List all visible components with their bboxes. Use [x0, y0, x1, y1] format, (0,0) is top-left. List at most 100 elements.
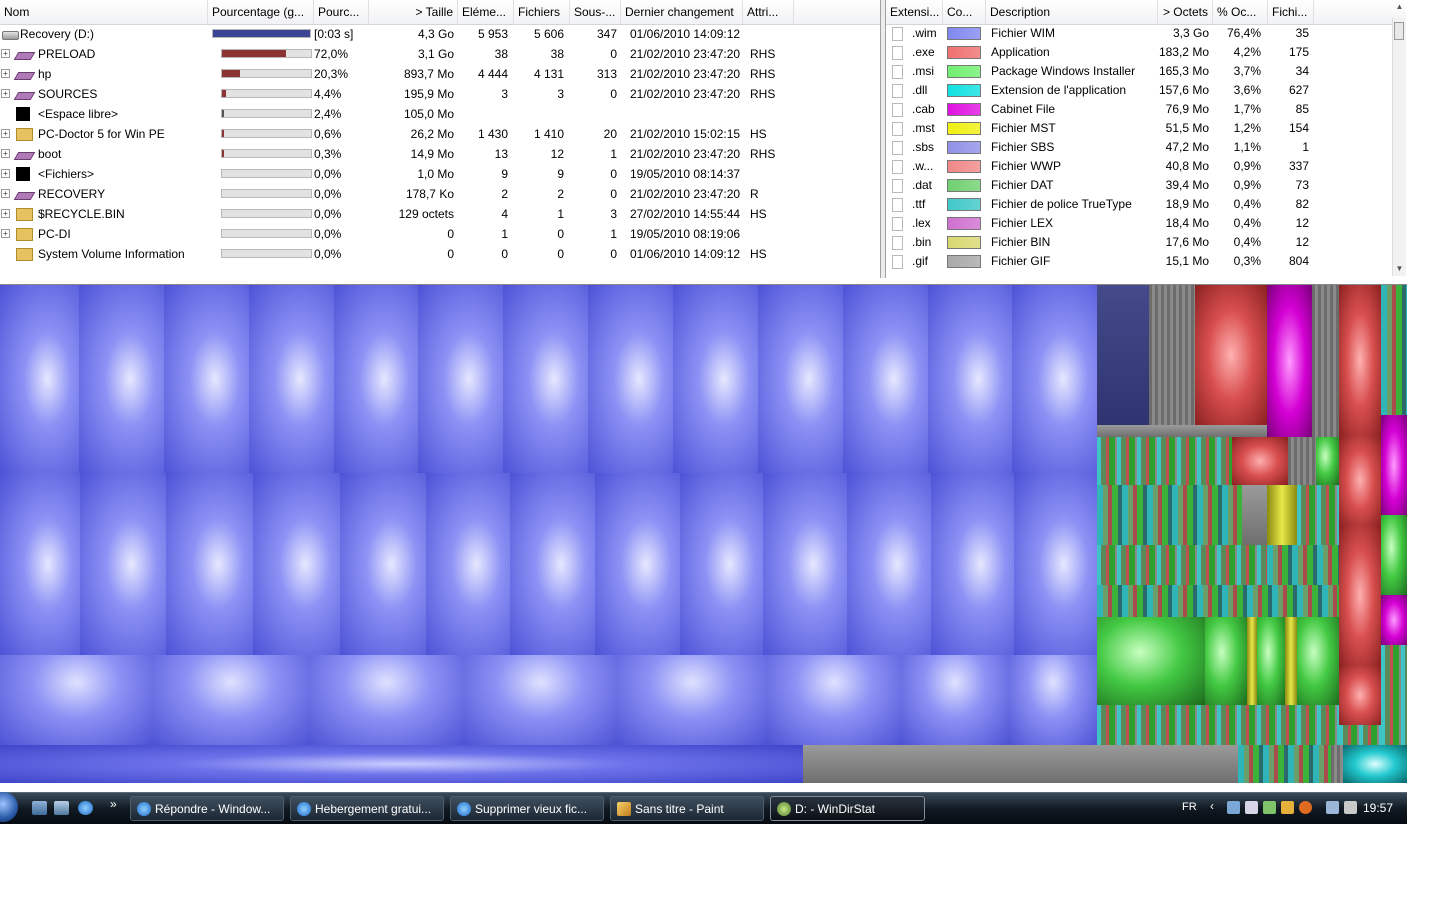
extension-row[interactable]: .sbs Fichier SBS 47,2 Mo 1,1% 1	[886, 138, 1406, 157]
treemap-tile[interactable]	[1381, 415, 1407, 515]
directory-row[interactable]: <Espace libre> 2,4% 105,0 Mo	[0, 104, 880, 124]
treemap-tile[interactable]	[426, 473, 510, 655]
directory-row[interactable]: + PC-DI 0,0% 0 1 0 1 19/05/2010 08:19:06	[0, 224, 880, 244]
extension-row[interactable]: .dat Fichier DAT 39,4 Mo 0,9% 73	[886, 176, 1406, 195]
directory-row[interactable]: System Volume Information 0,0% 0 0 0 0 01/06/2…	[0, 244, 880, 264]
treemap-tile[interactable]	[1381, 595, 1407, 645]
taskbar-button-windirstat[interactable]: D: - WinDirStat	[770, 796, 925, 821]
treemap-tile[interactable]	[1097, 425, 1267, 437]
column-header-percentage-graph[interactable]: Pourcentage (g...	[208, 0, 314, 24]
directory-row[interactable]: + PC-Doctor 5 for Win PE 0,6% 26,2 Mo 1 430 1…	[0, 124, 880, 144]
expand-icon[interactable]: +	[1, 69, 10, 78]
treemap-tile[interactable]	[1339, 435, 1381, 525]
treemap-tile[interactable]	[503, 285, 588, 473]
column-header-attributes[interactable]: Attri...	[743, 0, 794, 24]
extension-row[interactable]: .dll Extension de l'application 157,6 Mo 3,…	[886, 81, 1406, 100]
treemap-tile[interactable]	[0, 473, 80, 655]
treemap-tile[interactable]	[0, 655, 153, 745]
directory-row[interactable]: + boot 0,3% 14,9 Mo 13 12 1 21/02/2010 23:47:20…	[0, 144, 880, 164]
directory-row[interactable]: + <Fichiers> 0,0% 1,0 Mo 9 9 0 19/05/2010 08:14…	[0, 164, 880, 184]
treemap-tile[interactable]	[1097, 585, 1339, 617]
column-header-items[interactable]: Eléme...	[458, 0, 514, 24]
extension-row[interactable]: .wim Fichier WIM 3,3 Go 76,4% 35	[886, 24, 1406, 43]
treemap-tile[interactable]	[510, 473, 595, 655]
treemap-tile[interactable]	[588, 285, 673, 473]
expand-icon[interactable]: +	[1, 209, 10, 218]
treemap-tile[interactable]	[1331, 745, 1343, 783]
treemap-tile[interactable]	[1097, 485, 1242, 545]
treemap-tile[interactable]	[418, 285, 503, 473]
treemap-tile[interactable]	[1247, 617, 1257, 705]
extension-row[interactable]: .msi Package Windows Installer 165,3 Mo 3,7…	[886, 62, 1406, 81]
expand-icon[interactable]: +	[1, 129, 10, 138]
treemap-tile[interactable]	[595, 473, 680, 655]
treemap-tile[interactable]	[340, 473, 426, 655]
column-header-bytes-percent[interactable]: % Oc...	[1213, 0, 1268, 24]
tray-pen-icon[interactable]	[1227, 801, 1240, 814]
directory-row[interactable]: + SOURCES 4,4% 195,9 Mo 3 3 0 21/02/2010 23:47:…	[0, 84, 880, 104]
treemap-tile[interactable]	[1339, 725, 1381, 745]
expand-icon[interactable]: +	[1, 229, 10, 238]
treemap-tile[interactable]	[1205, 617, 1247, 705]
treemap-tile[interactable]	[673, 285, 758, 473]
treemap-tile[interactable]	[1297, 617, 1339, 705]
taskbar-button-ie-delete[interactable]: Supprimer vieux fic...	[450, 796, 604, 821]
taskbar-button-ie-hosting[interactable]: Hebergement gratui...	[290, 796, 444, 821]
column-header-color[interactable]: Co...	[943, 0, 986, 24]
column-header-bytes[interactable]: > Octets	[1158, 0, 1213, 24]
treemap-tile[interactable]	[0, 285, 79, 473]
expand-icon[interactable]: +	[1, 89, 10, 98]
clock[interactable]: 19:57	[1363, 793, 1393, 824]
tray-browser-icon[interactable]	[1299, 801, 1312, 814]
extension-row[interactable]: .lex Fichier LEX 18,4 Mo 0,4% 12	[886, 214, 1406, 233]
extension-list-scrollbar[interactable]: ▲ ▼	[1392, 2, 1406, 276]
treemap-tile[interactable]	[901, 655, 1009, 745]
treemap-tile[interactable]	[928, 285, 1012, 473]
treemap-tile[interactable]	[1339, 665, 1381, 725]
extension-row[interactable]: .ttf Fichier de police TrueType 18,9 Mo 0,4…	[886, 195, 1406, 214]
directory-row[interactable]: + RECOVERY 0,0% 178,7 Ko 2 2 0 21/02/2010 23:47…	[0, 184, 880, 204]
treemap-tile[interactable]	[803, 745, 1238, 783]
tray-volume-icon[interactable]	[1344, 801, 1357, 814]
treemap-tile[interactable]	[1267, 285, 1312, 437]
more-quicklaunch-button[interactable]: »	[110, 797, 117, 811]
treemap-tile[interactable]	[1267, 545, 1339, 585]
treemap-tile[interactable]	[153, 655, 309, 745]
treemap-tile[interactable]	[1297, 485, 1339, 545]
treemap-tile[interactable]	[79, 285, 164, 473]
treemap-tile[interactable]	[1267, 485, 1297, 545]
scroll-up-icon[interactable]: ▲	[1393, 0, 1406, 14]
treemap-tile[interactable]	[1232, 437, 1288, 485]
treemap-tile[interactable]	[249, 285, 334, 473]
tray-expand-icon[interactable]: ‹	[1210, 799, 1214, 813]
tray-update-icon[interactable]	[1281, 801, 1294, 814]
treemap-tile[interactable]	[1195, 285, 1267, 425]
treemap-tile[interactable]	[464, 655, 617, 745]
extension-row[interactable]: .cab Cabinet File 76,9 Mo 1,7% 85	[886, 100, 1406, 119]
extension-row[interactable]: .w... Fichier WWP 40,8 Mo 0,9% 337	[886, 157, 1406, 176]
scrollbar-thumb[interactable]	[1394, 22, 1404, 40]
treemap-tile[interactable]	[80, 473, 166, 655]
treemap-tile[interactable]	[1014, 473, 1097, 655]
treemap-tile[interactable]	[0, 745, 803, 783]
treemap-tile[interactable]	[309, 655, 464, 745]
directory-row[interactable]: + hp 20,3% 893,7 Mo 4 444 4 131 313 21/02/2010 …	[0, 64, 880, 84]
treemap-tile[interactable]	[767, 655, 901, 745]
treemap-tile[interactable]	[1316, 437, 1339, 485]
extension-list[interactable]: Extensi... Co... Description > Octets % …	[886, 0, 1406, 278]
column-header-description[interactable]: Description	[986, 0, 1158, 24]
extension-row[interactable]: .bin Fichier BIN 17,6 Mo 0,4% 12	[886, 233, 1406, 252]
treemap-tile[interactable]	[763, 473, 847, 655]
treemap-tile[interactable]	[1149, 285, 1195, 425]
extension-row[interactable]: .mst Fichier MST 51,5 Mo 1,2% 154	[886, 119, 1406, 138]
taskbar-button-paint[interactable]: Sans titre - Paint	[610, 796, 764, 821]
treemap-tile[interactable]	[931, 473, 1014, 655]
treemap-tile[interactable]	[1097, 705, 1339, 745]
directory-row[interactable]: + PRELOAD 72,0% 3,1 Go 38 38 0 21/02/2010 23:47…	[0, 44, 880, 64]
treemap-tile[interactable]	[617, 655, 767, 745]
taskbar-button-ie-reply[interactable]: Répondre - Window...	[130, 796, 284, 821]
treemap-tile[interactable]	[253, 473, 340, 655]
treemap-tile[interactable]	[1288, 437, 1316, 485]
treemap-tile[interactable]	[164, 285, 249, 473]
column-header-last-change[interactable]: Dernier changement	[621, 0, 743, 24]
